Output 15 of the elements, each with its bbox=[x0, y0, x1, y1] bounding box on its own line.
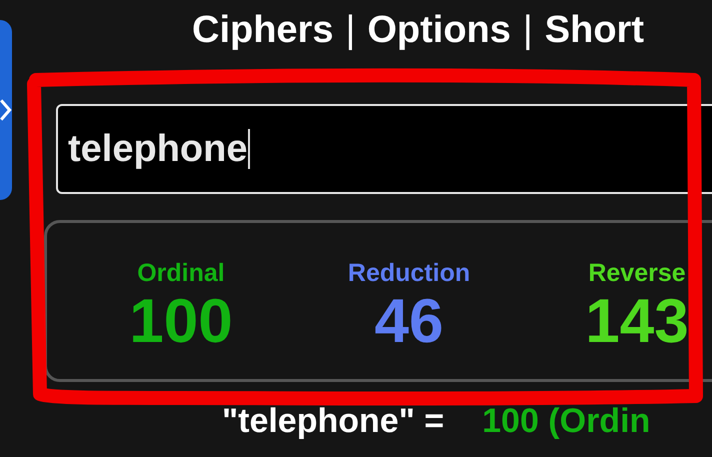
separator: | bbox=[522, 8, 533, 52]
cipher-value: 46 bbox=[374, 288, 444, 356]
summary-phrase: "telephone" = bbox=[222, 402, 444, 441]
cipher-label: Reverse bbox=[588, 259, 686, 288]
summary-value: 100 (Ordin bbox=[482, 402, 650, 441]
cipher-value: 143 bbox=[585, 288, 689, 356]
search-field[interactable]: telephone bbox=[56, 104, 712, 194]
nav-link[interactable]: Options bbox=[367, 8, 511, 52]
cipher-label: Reduction bbox=[348, 259, 470, 288]
nav-link[interactable]: Ciphers bbox=[192, 8, 334, 52]
separator: | bbox=[345, 8, 356, 52]
nav-link[interactable]: Short bbox=[544, 8, 644, 52]
cipher-label: Ordinal bbox=[137, 259, 225, 288]
cipher-value: 100 bbox=[129, 288, 233, 356]
drawer-tab[interactable] bbox=[0, 20, 12, 200]
